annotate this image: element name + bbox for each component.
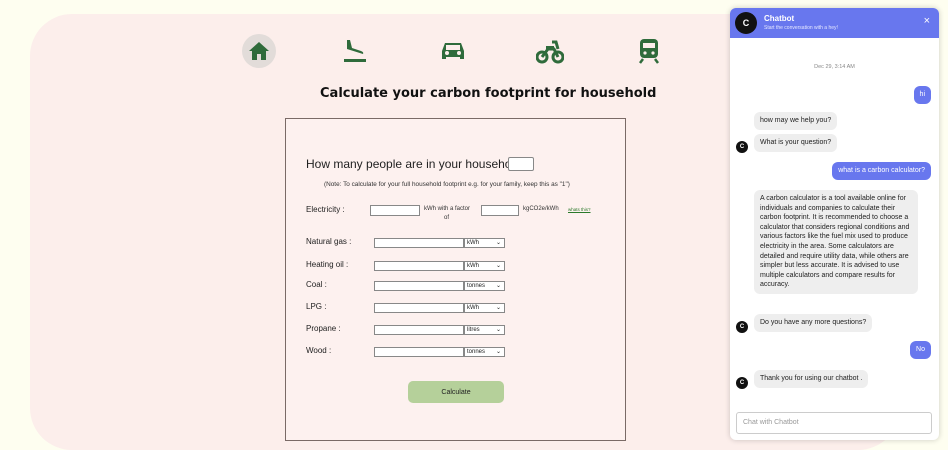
electricity-factor-input[interactable]	[481, 205, 519, 216]
train-icon	[639, 39, 659, 64]
chevron-down-icon: ⌄	[495, 305, 501, 311]
fuel-unit-select[interactable]: kWh ⌄	[464, 238, 505, 248]
user-message: what is a carbon calculator?	[832, 162, 931, 180]
fuel-label: Propane :	[306, 324, 341, 333]
chat-date: Dec 29, 3:14 AM	[814, 64, 855, 70]
fuel-unit-select[interactable]: tonnes ⌄	[464, 347, 505, 357]
electricity-kwh-input[interactable]	[370, 205, 420, 216]
fuel-amount-input[interactable]	[374, 347, 464, 357]
chat-avatar: C	[735, 12, 757, 34]
chevron-down-icon: ⌄	[495, 263, 501, 269]
electricity-unit: kgCO2e/kWh	[523, 206, 559, 212]
nav-car[interactable]	[436, 34, 470, 68]
bot-message: What is your question?	[754, 134, 838, 152]
chat-subtitle: Start the conversation with a hey!	[764, 25, 838, 31]
close-icon[interactable]: ×	[924, 16, 930, 27]
calculate-button[interactable]: Calculate	[408, 381, 504, 403]
fuel-amount-input[interactable]	[374, 303, 464, 313]
fuel-label: LPG :	[306, 302, 327, 311]
bot-avatar: C	[736, 377, 748, 389]
electricity-label: Electricity :	[306, 205, 345, 214]
chevron-down-icon: ⌄	[495, 283, 501, 289]
fuel-unit-value: kWh	[467, 240, 479, 246]
user-message: No	[910, 341, 931, 359]
fuel-unit-select[interactable]: kWh ⌄	[464, 261, 505, 271]
bot-message: Do you have any more questions?	[754, 314, 873, 332]
fuel-label: Wood :	[306, 346, 332, 355]
fuel-label: Coal :	[306, 280, 327, 289]
nav-flight[interactable]	[338, 34, 372, 68]
bot-message: Thank you for using our chatbot .	[754, 370, 869, 388]
bot-avatar: C	[736, 321, 748, 333]
chat-title: Chatbot	[764, 14, 795, 23]
fuel-unit-value: tonnes	[467, 283, 486, 289]
fuel-unit-value: litres	[467, 327, 480, 333]
household-note: (Note: To calculate for your full househ…	[324, 181, 570, 188]
fuel-unit-select[interactable]: kWh ⌄	[464, 303, 505, 313]
fuel-amount-input[interactable]	[374, 238, 464, 248]
household-form: How many people are in your household? (…	[285, 118, 626, 441]
user-message: hi	[913, 86, 931, 104]
people-input[interactable]	[508, 157, 534, 171]
nav-train[interactable]	[632, 34, 666, 68]
chat-input[interactable]: Chat with Chatbot	[736, 412, 932, 434]
chevron-down-icon: ⌄	[495, 349, 501, 355]
fuel-unit-value: kWh	[467, 263, 479, 269]
motorbike-icon	[536, 40, 564, 64]
fuel-unit-select[interactable]: litres ⌄	[464, 325, 505, 335]
car-icon	[442, 43, 464, 59]
fuel-label: Natural gas :	[306, 237, 352, 246]
fuel-amount-input[interactable]	[374, 325, 464, 335]
bot-message: how may we help you?	[754, 112, 838, 130]
bot-avatar: C	[736, 141, 748, 153]
bot-message: A carbon calculator is a tool available …	[754, 190, 918, 294]
people-question: How many people are in your household?	[306, 157, 528, 171]
fuel-unit-value: kWh	[467, 305, 479, 311]
flight-icon	[344, 40, 366, 62]
home-icon	[249, 42, 269, 60]
fuel-label: Heating oil :	[306, 260, 349, 269]
chevron-down-icon: ⌄	[495, 240, 501, 246]
page-title: Calculate your carbon footprint for hous…	[320, 86, 657, 101]
nav-home[interactable]	[242, 34, 276, 68]
fuel-unit-value: tonnes	[467, 349, 486, 355]
electricity-of-text: of	[444, 215, 450, 221]
electricity-with-factor-text: kWh with a factor	[424, 206, 471, 212]
chevron-down-icon: ⌄	[495, 327, 501, 333]
whats-this-link[interactable]: whats this?	[568, 207, 591, 212]
fuel-amount-input[interactable]	[374, 281, 464, 291]
fuel-unit-select[interactable]: tonnes ⌄	[464, 281, 505, 291]
nav-motorbike[interactable]	[533, 34, 567, 68]
chat-header: C Chatbot Start the conversation with a …	[730, 8, 939, 38]
fuel-amount-input[interactable]	[374, 261, 464, 271]
chat-panel: C Chatbot Start the conversation with a …	[730, 8, 939, 440]
